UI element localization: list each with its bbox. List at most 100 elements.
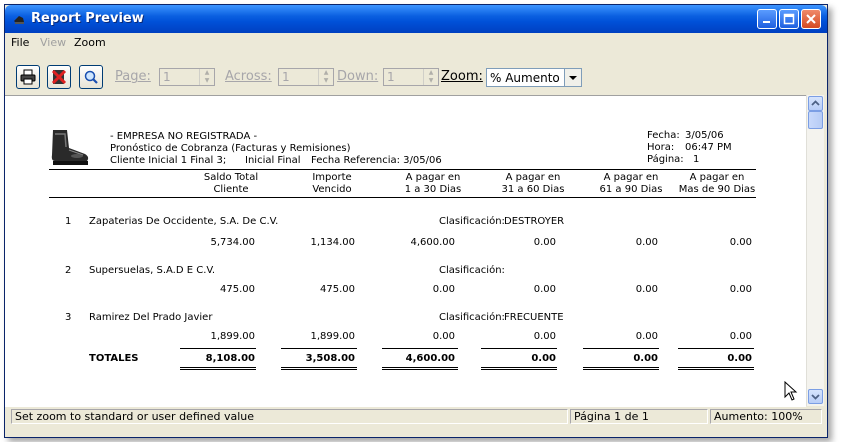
client-value: 0.00 [432,331,455,342]
hora-value: 06:47 PM [685,142,732,153]
client-class-label: Clasificación: [439,265,505,276]
totals-label: TOTALES [89,353,139,364]
page-spinner[interactable]: 1 ▲ ▼ [159,68,215,86]
spin-down-icon[interactable]: ▼ [424,77,438,85]
zoom-label: Zoom: [441,69,483,84]
total-rule [180,348,256,349]
spin-up-icon[interactable]: ▲ [319,69,333,77]
close-icon [806,14,816,24]
total-value: 0.00 [633,353,658,364]
status-hint: Set zoom to standard or user defined val… [11,409,568,424]
chevron-down-icon [811,394,820,400]
vertical-scrollbar[interactable] [806,95,824,406]
client-value: 0.00 [729,284,752,295]
client-value: 0.00 [432,284,455,295]
title-bar[interactable]: Report Preview [5,5,827,33]
client-value: 0.00 [635,284,658,295]
spin-up-icon[interactable]: ▲ [424,69,438,77]
total-value: 8,108.00 [205,353,255,364]
client-value: 5,734.00 [210,237,255,248]
chevron-down-icon [569,76,577,80]
client-name: Supersuelas, S.A.D E C.V. [89,265,216,276]
page-value: 1 [163,70,171,84]
total-value: 0.00 [727,353,752,364]
report-title: Pronóstico de Cobranza (Facturas y Remis… [110,143,351,154]
menu-bar: File View Zoom [5,33,827,52]
mouse-cursor-icon [784,381,798,401]
col-header-l2: Vencido [312,184,352,195]
printer-icon [20,69,36,85]
boot-logo [51,130,89,165]
client-value: 0.00 [533,237,556,248]
client-class-value: FRECUENTE [504,312,564,323]
scroll-down-button[interactable] [808,389,823,404]
col-header-l1: A pagar en [505,172,561,183]
print-button[interactable] [16,65,40,89]
close-button[interactable] [801,9,821,29]
reference-date: Fecha Referencia: 3/05/06 [311,155,442,166]
client-value: 0.00 [533,284,556,295]
down-value: 1 [387,70,395,84]
report-preview-window: Report Preview File View Zoom Page: 1 ▲ … [4,4,828,438]
across-spinner[interactable]: 1 ▲ ▼ [278,68,334,86]
client-name: Ramirez Del Prado Javier [89,312,213,323]
total-double-rule [481,369,557,370]
menu-file[interactable]: File [11,36,29,49]
client-value: 0.00 [729,237,752,248]
col-header-l2: Cliente [213,184,249,195]
col-header-l2: 1 a 30 Dias [404,184,462,195]
toolbar: Page: 1 ▲ ▼ Across: 1 ▲ ▼ Down: 1 ▲ ▼ Zoom:… [5,55,827,95]
spin-down-icon[interactable]: ▼ [319,77,333,85]
report-filter-range: Inicial Final [245,155,301,166]
total-double-rule [180,369,256,370]
col-header-l1: A pagar en [405,172,461,183]
total-rule [382,348,458,349]
col-header-l1: A pagar en [689,172,745,183]
client-class-value: DESTROYER [504,216,565,227]
zoom-dropdown-button[interactable] [564,69,581,86]
scroll-thumb[interactable] [808,111,823,129]
total-value: 0.00 [531,353,556,364]
client-class-label: Clasificación: [439,312,505,323]
down-label: Down: [337,69,379,84]
client-value: 475.00 [320,284,355,295]
client-class-label: Clasificación: [439,216,505,227]
total-double-rule [481,367,557,368]
col-header-l2: Mas de 90 Dias [678,184,756,195]
col-header-l2: 61 a 90 Dias [599,184,663,195]
client-value: 0.00 [533,331,556,342]
client-name: Zapaterias De Occidente, S.A. De C.V. [89,216,279,227]
col-header-l2: 31 a 60 Dias [501,184,565,195]
menu-view[interactable]: View [40,36,66,49]
zoom-button[interactable] [79,65,103,89]
col-header-l1: A pagar en [603,172,659,183]
zoom-value: % Aumento [490,71,560,85]
zoom-select[interactable]: % Aumento [486,68,582,87]
status-page: Página 1 de 1 [570,409,708,424]
client-number: 3 [65,312,72,323]
maximize-button[interactable] [779,9,799,29]
maximize-icon [783,13,795,25]
spin-down-icon[interactable]: ▼ [200,77,214,85]
report-page[interactable]: - EMPRESA NO REGISTRADA - Pronóstico de … [5,95,806,407]
client-value: 0.00 [635,331,658,342]
col-header-l1: Importe [312,172,352,183]
col-header-l1: Saldo Total [203,172,259,183]
header-rule [49,169,756,170]
menu-zoom[interactable]: Zoom [74,36,106,49]
column-header-rule [49,197,756,198]
status-bar: Set zoom to standard or user defined val… [5,407,827,426]
spin-up-icon[interactable]: ▲ [200,69,214,77]
window-title: Report Preview [31,11,144,26]
minimize-button[interactable] [757,9,777,29]
total-double-rule [678,369,754,370]
pagina-label: Página: [647,154,684,165]
total-double-rule [281,369,357,370]
scroll-up-button[interactable] [808,96,823,111]
client-value: 1,134.00 [310,237,355,248]
close-preview-button[interactable] [47,65,71,89]
close-report-icon [51,69,67,85]
down-spinner[interactable]: 1 ▲ ▼ [383,68,439,86]
total-double-rule [180,367,256,368]
total-rule [678,348,754,349]
